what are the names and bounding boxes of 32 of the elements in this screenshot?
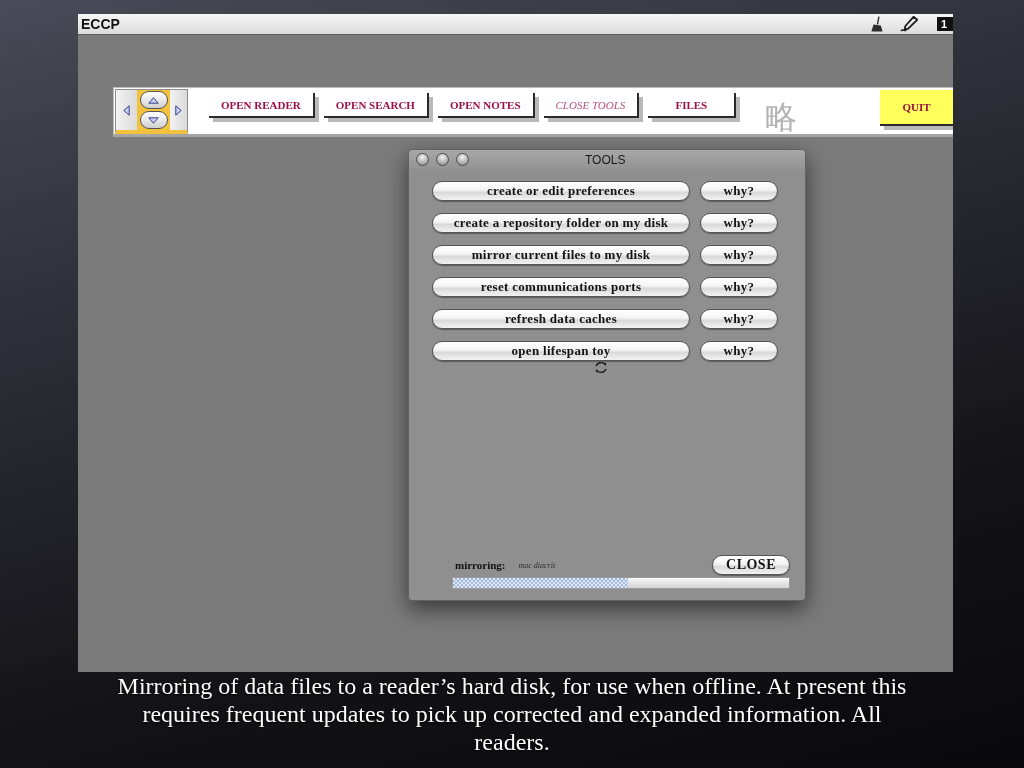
window-button-icon[interactable] <box>436 153 449 166</box>
status-detail: mac diacrit <box>518 560 556 570</box>
down-triangle-icon <box>148 116 159 124</box>
number-tile[interactable]: 1 <box>937 17 953 31</box>
up-button[interactable] <box>139 91 168 109</box>
tool-button[interactable]: refresh data caches <box>432 309 690 329</box>
why-button[interactable]: why? <box>700 213 778 233</box>
tool-button[interactable]: open lifespan toy <box>432 341 690 361</box>
window-button-icon[interactable] <box>456 153 469 166</box>
why-button[interactable]: why? <box>700 341 778 361</box>
logo-text: 略 <box>765 101 797 133</box>
tool-button[interactable]: create or edit preferences <box>432 181 690 201</box>
window-title: TOOLS <box>585 152 626 167</box>
window-button-icon[interactable] <box>416 153 429 166</box>
broom-icon[interactable] <box>870 16 884 32</box>
tool-button[interactable]: mirror current files to my disk <box>432 245 690 265</box>
close-button[interactable]: CLOSE <box>712 555 790 575</box>
tool-button[interactable]: reset communications ports <box>432 277 690 297</box>
why-button[interactable]: why? <box>700 277 778 297</box>
refresh-icon <box>594 361 608 374</box>
slide-caption: Mirroring of data files to a reader’s hard disk, for use when offline. At present this requires frequent updates to pick up corrected and expanded information. All readers. <box>116 672 908 756</box>
pen-icon[interactable] <box>900 16 918 32</box>
left-triangle-icon[interactable] <box>123 104 130 116</box>
app-title: ECCP <box>81 16 120 32</box>
tool-button[interactable]: create a repository folder on my disk <box>432 213 690 233</box>
why-button[interactable]: why? <box>700 309 778 329</box>
why-button[interactable]: why? <box>700 245 778 265</box>
up-triangle-icon <box>148 96 159 104</box>
why-button[interactable]: why? <box>700 181 778 201</box>
status-label: mirroring: <box>455 559 506 571</box>
right-triangle-icon[interactable] <box>175 104 182 116</box>
down-button[interactable] <box>139 111 168 129</box>
